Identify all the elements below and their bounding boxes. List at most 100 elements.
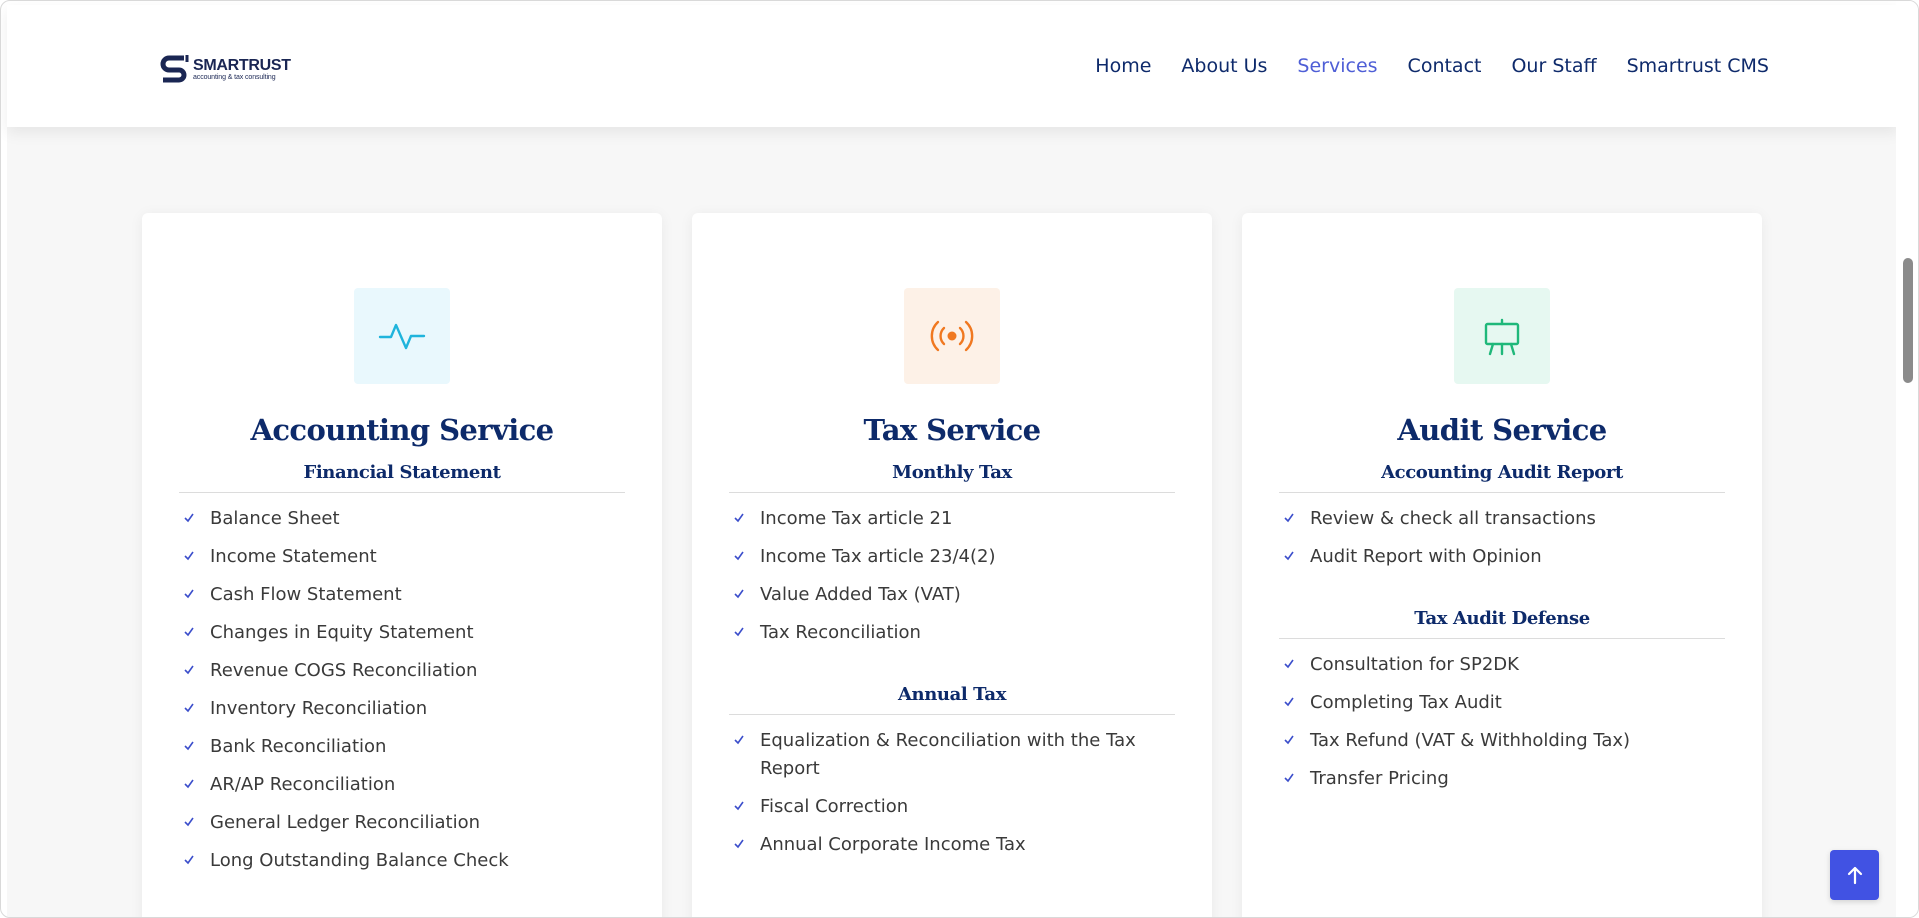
logo-name: SMARTRUST	[193, 56, 291, 74]
nav-smartrust-cms[interactable]: Smartrust CMS	[1627, 55, 1769, 77]
service-card-accounting: Accounting Service Financial Statement B…	[142, 213, 662, 917]
section-title: Annual Tax	[897, 684, 1007, 705]
check-icon	[183, 581, 197, 599]
list-item-text: Transfer Pricing	[1310, 768, 1449, 789]
check-icon	[183, 619, 197, 637]
check-icon	[733, 543, 747, 561]
scrollbar-thumb[interactable]	[1903, 258, 1913, 383]
section-title: Monthly Tax	[892, 462, 1012, 483]
section-divider	[179, 492, 625, 493]
list-item: Bank Reconciliation	[179, 733, 629, 761]
list-item-text: Bank Reconciliation	[210, 736, 387, 757]
list-item-text: Audit Report with Opinion	[1310, 546, 1542, 567]
list-item: Balance Sheet	[179, 505, 629, 533]
list-item-text: Review & check all transactions	[1310, 508, 1596, 529]
page-scrollbar[interactable]	[1896, 1, 1918, 917]
check-icon	[733, 793, 747, 811]
service-list: Balance Sheet Income Statement Cash Flow…	[179, 505, 629, 885]
check-icon	[1283, 689, 1297, 707]
list-item: Revenue COGS Reconciliation	[179, 657, 629, 685]
check-icon	[1283, 505, 1297, 523]
check-icon	[733, 831, 747, 849]
list-item-text: Fiscal Correction	[760, 796, 909, 817]
check-icon	[183, 657, 197, 675]
list-item: Fiscal Correction	[729, 793, 1179, 821]
check-icon	[1283, 543, 1297, 561]
list-item-text: Value Added Tax (VAT)	[760, 584, 961, 605]
list-item: Income Tax article 21	[729, 505, 1179, 533]
nav-services[interactable]: Services	[1297, 55, 1377, 77]
list-item: Tax Reconciliation	[729, 619, 1179, 647]
list-item: Cash Flow Statement	[179, 581, 629, 609]
browser-viewport: SMARTRUST accounting & tax consulting Ho…	[0, 0, 1919, 918]
list-item: General Ledger Reconciliation	[179, 809, 629, 837]
list-item: Equalization & Reconciliation with the T…	[729, 727, 1179, 783]
site-header: SMARTRUST accounting & tax consulting Ho…	[7, 5, 1899, 127]
service-card-audit: Audit Service Accounting Audit Report Re…	[1242, 213, 1762, 917]
nav-about-us[interactable]: About Us	[1181, 55, 1267, 77]
site-logo[interactable]: SMARTRUST accounting & tax consulting	[157, 49, 291, 89]
service-card-tax: Tax Service Monthly Tax Income Tax artic…	[692, 213, 1212, 917]
card-title: Tax Service	[863, 413, 1041, 447]
list-item-text: Long Outstanding Balance Check	[210, 850, 509, 871]
list-item: AR/AP Reconciliation	[179, 771, 629, 799]
list-item: Review & check all transactions	[1279, 505, 1729, 533]
list-item-text: Consultation for SP2DK	[1310, 654, 1519, 675]
check-icon	[733, 727, 747, 745]
section-divider	[729, 492, 1175, 493]
check-icon	[733, 581, 747, 599]
section-title: Accounting Audit Report	[1381, 462, 1623, 483]
nav-contact[interactable]: Contact	[1408, 55, 1482, 77]
service-list: Income Tax article 21 Income Tax article…	[729, 505, 1179, 657]
list-item-text: Inventory Reconciliation	[210, 698, 428, 719]
service-list: Equalization & Reconciliation with the T…	[729, 727, 1179, 869]
check-icon	[183, 809, 197, 827]
check-icon	[183, 771, 197, 789]
nav-home[interactable]: Home	[1095, 55, 1151, 77]
section-divider	[1279, 638, 1725, 639]
list-item-text: Tax Reconciliation	[760, 622, 921, 643]
broadcast-icon	[930, 320, 974, 352]
list-item-text: Income Statement	[210, 546, 377, 567]
list-item: Inventory Reconciliation	[179, 695, 629, 723]
check-icon	[183, 847, 197, 865]
card-title: Accounting Service	[250, 413, 554, 447]
main-nav: Home About Us Services Contact Our Staff…	[1065, 55, 1769, 77]
list-item: Income Tax article 23/4(2)	[729, 543, 1179, 571]
list-item-text: AR/AP Reconciliation	[210, 774, 396, 795]
nav-our-staff[interactable]: Our Staff	[1511, 55, 1596, 77]
check-icon	[733, 505, 747, 523]
list-item-text: Tax Refund (VAT & Withholding Tax)	[1310, 730, 1631, 751]
list-item-text: Income Tax article 21	[760, 508, 953, 529]
section-divider	[729, 714, 1175, 715]
list-item-text: General Ledger Reconciliation	[210, 812, 480, 833]
pulse-icon	[378, 323, 426, 350]
arrow-up-icon	[1847, 866, 1862, 885]
check-icon	[1283, 727, 1297, 745]
list-item: Changes in Equity Statement	[179, 619, 629, 647]
section-divider	[1279, 492, 1725, 493]
list-item: Long Outstanding Balance Check	[179, 847, 629, 875]
easel-icon	[1484, 318, 1520, 356]
service-list: Consultation for SP2DK Completing Tax Au…	[1279, 651, 1729, 803]
list-item-text: Balance Sheet	[210, 508, 340, 529]
list-item-text: Income Tax article 23/4(2)	[760, 546, 996, 567]
logo-s-mark-icon	[160, 55, 189, 83]
list-item-text: Equalization & Reconciliation with the T…	[760, 730, 1136, 779]
list-item-text: Changes in Equity Statement	[210, 622, 474, 643]
list-item: Income Statement	[179, 543, 629, 571]
list-item: Tax Refund (VAT & Withholding Tax)	[1279, 727, 1729, 755]
check-icon	[1283, 651, 1297, 669]
check-icon	[183, 543, 197, 561]
section-title: Financial Statement	[303, 462, 501, 483]
list-item-text: Cash Flow Statement	[210, 584, 402, 605]
service-icon-box	[1454, 288, 1550, 384]
check-icon	[183, 695, 197, 713]
check-icon	[183, 505, 197, 523]
list-item: Value Added Tax (VAT)	[729, 581, 1179, 609]
list-item-text: Revenue COGS Reconciliation	[210, 660, 478, 681]
back-to-top-button[interactable]	[1830, 850, 1879, 900]
list-item: Annual Corporate Income Tax	[729, 831, 1179, 859]
list-item: Audit Report with Opinion	[1279, 543, 1729, 571]
list-item: Completing Tax Audit	[1279, 689, 1729, 717]
